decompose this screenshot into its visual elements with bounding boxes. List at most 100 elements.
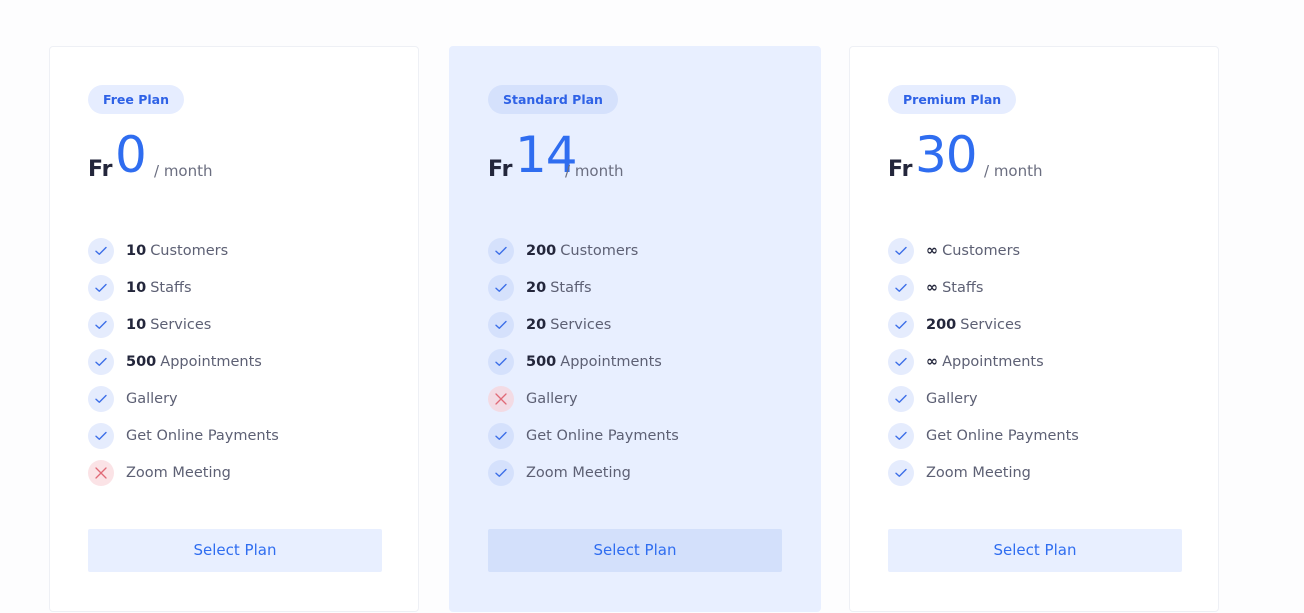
feature-quantity: ∞ <box>926 353 939 370</box>
feature-list: ∞ Customers ∞ Staffs 200 Services ∞ Appointment… <box>888 232 1079 491</box>
feature-item: 200 Services <box>888 306 1079 343</box>
feature-text: Gallery <box>926 391 978 407</box>
plan-card-premium: Premium Plan Fr 30 / month ∞ Customers ∞ St… <box>849 46 1219 612</box>
feature-text: ∞ Appointments <box>926 354 1044 370</box>
feature-quantity: 500 <box>126 353 157 370</box>
price-period: / month <box>154 162 213 180</box>
feature-item: Get Online Payments <box>488 417 679 454</box>
feature-label: Gallery <box>126 390 178 407</box>
plan-badge: Standard Plan <box>488 85 618 114</box>
check-icon <box>88 422 114 449</box>
feature-item: 200 Customers <box>488 232 679 269</box>
plan-card-free: Free Plan Fr 0 / month 10 Customers 10 Staf… <box>49 46 419 612</box>
feature-label: Staffs <box>942 279 984 296</box>
feature-item: Zoom Meeting <box>888 454 1079 491</box>
feature-label: Get Online Payments <box>926 427 1079 444</box>
feature-item: Get Online Payments <box>888 417 1079 454</box>
feature-text: 10 Staffs <box>126 280 192 296</box>
feature-item: Gallery <box>888 380 1079 417</box>
feature-label: Customers <box>150 242 229 259</box>
feature-text: 20 Services <box>526 317 611 333</box>
check-icon <box>88 237 114 264</box>
select-plan-button[interactable]: Select Plan <box>488 529 782 572</box>
feature-item: 500 Appointments <box>88 343 279 380</box>
price-amount: 30 <box>915 126 978 184</box>
feature-label: Zoom Meeting <box>926 464 1031 481</box>
check-icon <box>88 385 114 412</box>
close-icon <box>488 385 514 412</box>
feature-item: 500 Appointments <box>488 343 679 380</box>
check-icon <box>88 311 114 338</box>
feature-text: Zoom Meeting <box>526 465 631 481</box>
feature-label: Gallery <box>526 390 578 407</box>
feature-text: 500 Appointments <box>526 354 662 370</box>
price-period: / month <box>984 162 1043 180</box>
feature-label: Customers <box>942 242 1021 259</box>
feature-label: Services <box>960 316 1022 333</box>
feature-label: Appointments <box>560 353 662 370</box>
check-icon <box>488 274 514 301</box>
feature-item: Get Online Payments <box>88 417 279 454</box>
check-icon <box>888 385 914 412</box>
feature-label: Appointments <box>160 353 262 370</box>
feature-quantity: 500 <box>526 353 557 370</box>
feature-quantity: 10 <box>126 242 147 259</box>
plan-card-standard: Standard Plan Fr 14 / month 200 Customers… <box>449 46 821 612</box>
feature-item: ∞ Appointments <box>888 343 1079 380</box>
feature-quantity: 200 <box>926 316 957 333</box>
feature-item: 10 Services <box>88 306 279 343</box>
check-icon <box>888 348 914 375</box>
check-icon <box>488 459 514 486</box>
feature-text: Get Online Payments <box>926 428 1079 444</box>
feature-text: 500 Appointments <box>126 354 262 370</box>
feature-label: Staffs <box>150 279 192 296</box>
pricing-page: Free Plan Fr 0 / month 10 Customers 10 Staf… <box>0 0 1304 613</box>
feature-item: 20 Staffs <box>488 269 679 306</box>
feature-quantity: 200 <box>526 242 557 259</box>
feature-item: ∞ Staffs <box>888 269 1079 306</box>
price-currency: Fr <box>888 157 913 182</box>
feature-quantity: 10 <box>126 316 147 333</box>
check-icon <box>888 422 914 449</box>
feature-item: Zoom Meeting <box>88 454 279 491</box>
feature-text: Get Online Payments <box>126 428 279 444</box>
feature-label: Appointments <box>942 353 1044 370</box>
feature-text: Zoom Meeting <box>126 465 231 481</box>
feature-text: Gallery <box>126 391 178 407</box>
feature-quantity: 10 <box>126 279 147 296</box>
feature-quantity: ∞ <box>926 242 939 259</box>
feature-quantity: 20 <box>526 316 547 333</box>
feature-label: Services <box>150 316 212 333</box>
check-icon <box>488 348 514 375</box>
feature-item: Gallery <box>88 380 279 417</box>
feature-text: Gallery <box>526 391 578 407</box>
feature-label: Services <box>550 316 612 333</box>
check-icon <box>888 274 914 301</box>
feature-text: 10 Services <box>126 317 211 333</box>
feature-item: 10 Staffs <box>88 269 279 306</box>
price-currency: Fr <box>488 157 513 182</box>
select-plan-button[interactable]: Select Plan <box>888 529 1182 572</box>
feature-quantity: ∞ <box>926 279 939 296</box>
feature-item: 10 Customers <box>88 232 279 269</box>
feature-text: 200 Services <box>926 317 1021 333</box>
price-amount: 0 <box>115 126 147 184</box>
check-icon <box>888 311 914 338</box>
feature-list: 10 Customers 10 Staffs 10 Services 500 Appointm… <box>88 232 279 491</box>
feature-text: Get Online Payments <box>526 428 679 444</box>
check-icon <box>888 237 914 264</box>
select-plan-button[interactable]: Select Plan <box>88 529 382 572</box>
check-icon <box>88 348 114 375</box>
feature-quantity: 20 <box>526 279 547 296</box>
check-icon <box>488 422 514 449</box>
plan-badge: Premium Plan <box>888 85 1017 114</box>
feature-label: Zoom Meeting <box>126 464 231 481</box>
price-currency: Fr <box>88 157 113 182</box>
feature-text: 10 Customers <box>126 243 228 259</box>
feature-text: ∞ Staffs <box>926 280 983 296</box>
feature-text: ∞ Customers <box>926 243 1020 259</box>
close-icon <box>88 459 114 486</box>
price-period: / month <box>565 162 624 180</box>
feature-text: Zoom Meeting <box>926 465 1031 481</box>
feature-label: Get Online Payments <box>126 427 279 444</box>
